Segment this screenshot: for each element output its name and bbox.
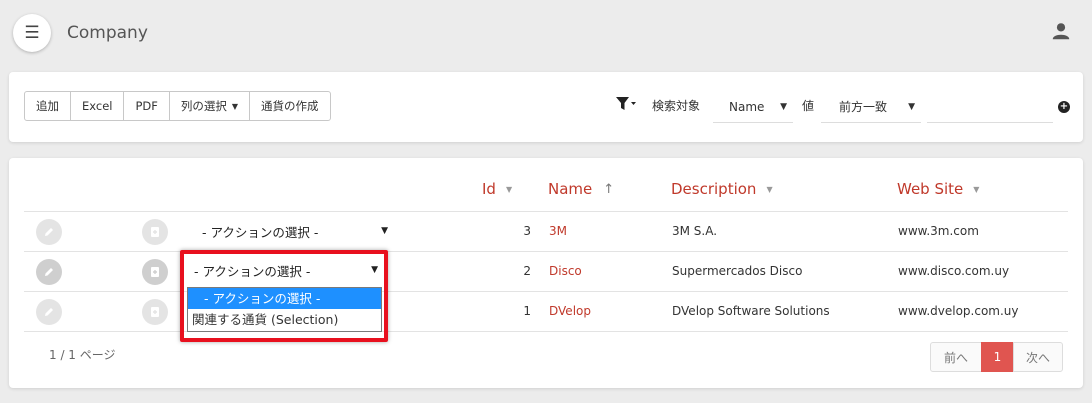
search-target-label: 検索対象	[652, 99, 701, 113]
caret-down-icon: ▼	[780, 101, 787, 112]
cell-website: www.3m.com	[898, 224, 979, 238]
cell-id: 3	[523, 224, 531, 238]
plus-circle-icon[interactable]: +	[1058, 101, 1070, 113]
cell-description: DVelop Software Solutions	[672, 304, 830, 318]
sort-down-icon: ▼	[505, 184, 513, 194]
cell-description: 3M S.A.	[672, 224, 718, 238]
cell-id: 2	[523, 264, 531, 278]
pencil-icon	[45, 268, 53, 276]
cell-website: www.disco.com.uy	[898, 264, 1010, 278]
caret-down-icon: ▼	[381, 226, 388, 236]
column-header-label: Name	[548, 180, 593, 198]
hamburger-icon: ☰	[24, 22, 40, 43]
pencil-icon	[45, 228, 53, 236]
page-title: Company	[67, 23, 148, 43]
action-button-group: 追加 Excel PDF 列の選択 ▼ 通貨の作成	[24, 91, 331, 121]
table-card: Id ▼ Name ↑ Description ▼ Web Site ▼ - ア…	[9, 158, 1083, 388]
edit-button[interactable]	[36, 219, 62, 245]
caret-down-icon: ▼	[371, 265, 378, 275]
cell-id: 1	[523, 304, 531, 318]
field-select-value: Name	[729, 99, 765, 114]
caret-down-icon: ▼	[231, 101, 239, 111]
cell-website: www.dvelop.com.uy	[898, 304, 1019, 318]
field-select[interactable]: Name ▼	[713, 91, 793, 123]
pdf-button[interactable]: PDF	[123, 91, 170, 121]
column-header-label: Id	[482, 180, 496, 198]
copy-icon	[151, 267, 159, 277]
current-page-button[interactable]: 1	[981, 342, 1014, 372]
column-select-button[interactable]: 列の選択 ▼	[168, 91, 251, 121]
cell-name-link[interactable]: 3M	[549, 224, 567, 238]
sort-down-icon: ▼	[766, 184, 773, 194]
pencil-icon	[45, 308, 53, 316]
action-select-value: - アクションの選択 -	[202, 224, 319, 240]
table-row: - アクションの選択 - ▼ 3 3M 3M S.A. www.3m.com	[24, 212, 1068, 252]
column-select-label: 列の選択	[180, 99, 227, 113]
filter-icon[interactable]	[615, 95, 637, 113]
copy-button[interactable]	[142, 299, 168, 325]
add-button[interactable]: 追加	[24, 91, 71, 121]
user-icon[interactable]	[1050, 20, 1072, 42]
top-bar: ☰ Company	[0, 0, 1092, 70]
menu-button[interactable]: ☰	[13, 14, 51, 52]
search-input[interactable]	[927, 91, 1053, 123]
excel-button[interactable]: Excel	[70, 91, 125, 121]
match-mode-select[interactable]: 前方一致 ▼	[821, 91, 921, 123]
action-dropdown-list: - アクションの選択 - 関連する通貨 (Selection)	[187, 287, 382, 332]
action-select[interactable]: - アクションの選択 - ▼	[202, 220, 392, 242]
column-header-name[interactable]: Name ↑	[548, 180, 614, 198]
column-header-id[interactable]: Id ▼	[482, 180, 512, 198]
cell-name-link[interactable]: DVelop	[549, 304, 591, 318]
cell-name-link[interactable]: Disco	[549, 264, 582, 278]
column-header-label: Web Site	[897, 180, 964, 198]
dropdown-option-selected[interactable]: - アクションの選択 -	[188, 288, 381, 309]
next-page-button[interactable]: 次へ	[1013, 342, 1063, 372]
edit-button[interactable]	[36, 299, 62, 325]
action-select-value: - アクションの選択 -	[194, 263, 311, 279]
sort-down-icon: ▼	[973, 184, 980, 194]
match-mode-value: 前方一致	[839, 100, 888, 114]
copy-button[interactable]	[142, 219, 168, 245]
sort-up-arrow-icon: ↑	[603, 181, 615, 197]
toolbar-card: 追加 Excel PDF 列の選択 ▼ 通貨の作成 検索対象 Name ▼ 値 …	[9, 72, 1083, 142]
dropdown-option-related-currency[interactable]: 関連する通貨 (Selection)	[188, 309, 381, 330]
pagination-info: 1 / 1 ページ	[49, 348, 116, 362]
cell-description: Supermercados Disco	[672, 264, 803, 278]
copy-button[interactable]	[142, 259, 168, 285]
copy-icon	[151, 227, 159, 237]
column-header-description[interactable]: Description ▼	[671, 180, 773, 198]
column-header-label: Description	[671, 180, 757, 198]
prev-page-button[interactable]: 前へ	[930, 342, 982, 372]
pagination: 前へ 1 次へ	[930, 342, 1063, 372]
caret-down-icon: ▼	[908, 101, 915, 112]
copy-icon	[151, 307, 159, 317]
action-select-open[interactable]: - アクションの選択 - ▼	[184, 254, 384, 286]
column-header-website[interactable]: Web Site ▼	[897, 180, 979, 198]
create-currency-button[interactable]: 通貨の作成	[249, 91, 331, 121]
edit-button[interactable]	[36, 259, 62, 285]
value-label: 値	[802, 99, 815, 113]
